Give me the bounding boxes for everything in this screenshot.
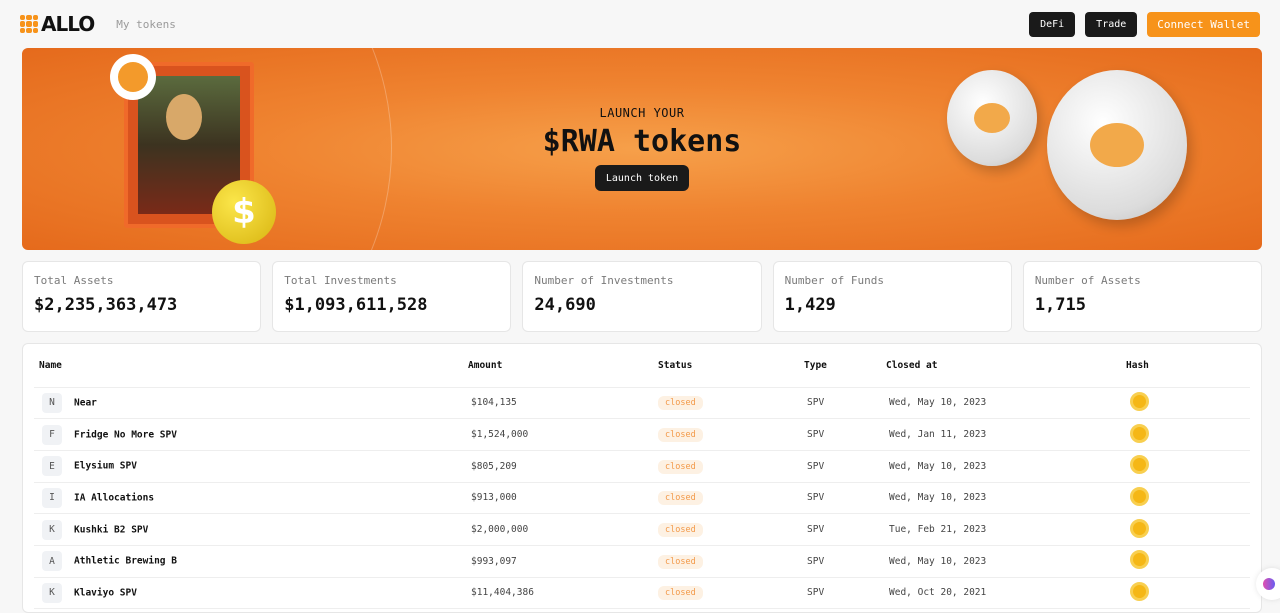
stat-value: 1,715 bbox=[1034, 295, 1086, 315]
stat-card: Number of Funds 1,429 bbox=[772, 261, 1012, 332]
table-row[interactable]: K Kushki B2 SPV $2,000,000 closed SPV Tue… bbox=[34, 513, 1250, 546]
row-amount: $993,097 bbox=[468, 545, 658, 578]
row-type: SPV bbox=[804, 450, 886, 483]
stat-card: Number of Assets 1,715 bbox=[1022, 261, 1263, 332]
avatar: I bbox=[42, 487, 62, 508]
defi-button[interactable]: DeFi bbox=[1029, 11, 1076, 37]
row-closed-at: Wed, Jan 11, 2023 bbox=[886, 418, 1126, 451]
col-status[interactable]: Status bbox=[658, 344, 804, 388]
table-row[interactable]: N Near $104,135 closed SPV Wed, May 10, 2… bbox=[34, 387, 1250, 420]
connect-wallet-button[interactable]: Connect Wallet bbox=[1147, 11, 1260, 37]
hash-link-icon[interactable] bbox=[1130, 423, 1149, 443]
avatar: E bbox=[42, 456, 62, 477]
row-name[interactable]: IA Allocations bbox=[74, 492, 154, 503]
stat-card: Total Assets $2,235,363,473 bbox=[22, 261, 262, 332]
row-name[interactable]: Klaviyo SPV bbox=[74, 587, 137, 598]
avatar: K bbox=[42, 519, 62, 540]
table-row[interactable]: I IA Allocations $913,000 closed SPV Wed,… bbox=[34, 482, 1250, 515]
top-bar: ALLO My tokens DeFi Trade Connect Wallet bbox=[0, 0, 1280, 48]
row-amount: $913,000 bbox=[468, 482, 658, 515]
stat-value: 1,429 bbox=[784, 295, 836, 315]
hash-link-icon[interactable] bbox=[1130, 455, 1149, 475]
stat-label: Number of Investments bbox=[534, 274, 674, 287]
stat-value: 24,690 bbox=[534, 295, 596, 315]
status-badge: closed bbox=[658, 554, 703, 569]
logo-text: ALLO bbox=[41, 12, 95, 36]
avatar: F bbox=[42, 424, 62, 445]
investments-table: Name Amount Status Type Closed at Hash N… bbox=[22, 343, 1262, 613]
stats-row: Total Assets $2,235,363,473 Total Investme… bbox=[22, 261, 1263, 332]
status-badge: closed bbox=[658, 396, 703, 411]
hash-link-icon[interactable] bbox=[1130, 518, 1149, 538]
stat-card: Total Investments $1,093,611,528 bbox=[272, 261, 512, 332]
row-amount: $11,404,386 bbox=[468, 577, 658, 610]
row-closed-at: Wed, May 10, 2023 bbox=[886, 482, 1126, 515]
row-closed-at: Wed, May 10, 2023 bbox=[886, 545, 1126, 578]
hero-banner: $ LAUNCH YOUR $RWA tokens Launch token bbox=[22, 48, 1262, 250]
row-type: SPV bbox=[804, 545, 886, 578]
brain-assistant-icon[interactable] bbox=[1256, 568, 1280, 600]
hash-link-icon[interactable] bbox=[1130, 550, 1149, 570]
row-closed-at: Tue, Feb 21, 2023 bbox=[886, 513, 1126, 546]
hero-subtitle: LAUNCH YOUR bbox=[599, 106, 685, 120]
row-name[interactable]: Elysium SPV bbox=[74, 461, 137, 472]
status-badge: closed bbox=[658, 459, 703, 474]
row-type: SPV bbox=[804, 482, 886, 515]
row-closed-at: Wed, Oct 20, 2021 bbox=[886, 577, 1126, 610]
table-row[interactable]: A Athletic Brewing B $993,097 closed SPV … bbox=[34, 545, 1250, 578]
row-type: SPV bbox=[804, 513, 886, 546]
row-type: SPV bbox=[804, 577, 886, 610]
stat-label: Total Assets bbox=[34, 274, 114, 287]
row-closed-at: Wed, May 10, 2023 bbox=[886, 450, 1126, 483]
row-closed-at: Wed, May 10, 2023 bbox=[886, 387, 1126, 420]
palette-icon bbox=[110, 54, 156, 100]
trade-button[interactable]: Trade bbox=[1085, 11, 1138, 37]
hash-link-icon[interactable] bbox=[1130, 486, 1149, 506]
col-type[interactable]: Type bbox=[804, 344, 886, 388]
stat-value: $2,235,363,473 bbox=[34, 295, 178, 315]
stat-label: Number of Assets bbox=[1034, 274, 1141, 287]
row-amount: $805,209 bbox=[468, 450, 658, 483]
table-row[interactable]: K Klaviyo SPV $11,404,386 closed SPV Wed,… bbox=[34, 577, 1250, 610]
row-amount: $1,524,000 bbox=[468, 418, 658, 451]
col-amount[interactable]: Amount bbox=[468, 344, 658, 388]
launch-token-button[interactable]: Launch token bbox=[594, 165, 690, 191]
row-amount: $2,000,000 bbox=[468, 513, 658, 546]
logo[interactable]: ALLO bbox=[20, 12, 95, 36]
row-type: SPV bbox=[804, 418, 886, 451]
hash-link-icon[interactable] bbox=[1130, 391, 1149, 411]
table-row[interactable]: E Elysium SPV $805,209 closed SPV Wed, Ma… bbox=[34, 450, 1250, 483]
row-name[interactable]: Athletic Brewing B bbox=[74, 556, 177, 567]
status-badge: closed bbox=[658, 491, 703, 506]
row-amount: $104,135 bbox=[468, 387, 658, 420]
col-name[interactable]: Name bbox=[34, 344, 468, 388]
stat-label: Total Investments bbox=[284, 274, 397, 287]
col-hash[interactable]: Hash bbox=[1126, 344, 1250, 388]
status-badge: closed bbox=[658, 523, 703, 538]
row-name[interactable]: Near bbox=[74, 397, 97, 408]
row-name[interactable]: Kushki B2 SPV bbox=[74, 524, 148, 535]
col-closed-at[interactable]: Closed at bbox=[886, 344, 1126, 388]
hero-title: $RWA tokens bbox=[542, 124, 742, 159]
logo-icon bbox=[20, 15, 38, 33]
avatar: K bbox=[42, 582, 62, 603]
row-type: SPV bbox=[804, 387, 886, 420]
stat-value: $1,093,611,528 bbox=[284, 295, 428, 315]
avatar: N bbox=[42, 392, 62, 413]
status-badge: closed bbox=[658, 428, 703, 443]
row-name[interactable]: Fridge No More SPV bbox=[74, 429, 177, 440]
stat-card: Number of Investments 24,690 bbox=[522, 261, 762, 332]
avatar: A bbox=[42, 551, 62, 572]
status-badge: closed bbox=[658, 586, 703, 601]
stat-label: Number of Funds bbox=[784, 274, 884, 287]
table-row[interactable]: F Fridge No More SPV $1,524,000 closed SP… bbox=[34, 418, 1250, 451]
nav-my-tokens[interactable]: My tokens bbox=[116, 18, 176, 31]
hash-link-icon[interactable] bbox=[1130, 581, 1149, 601]
